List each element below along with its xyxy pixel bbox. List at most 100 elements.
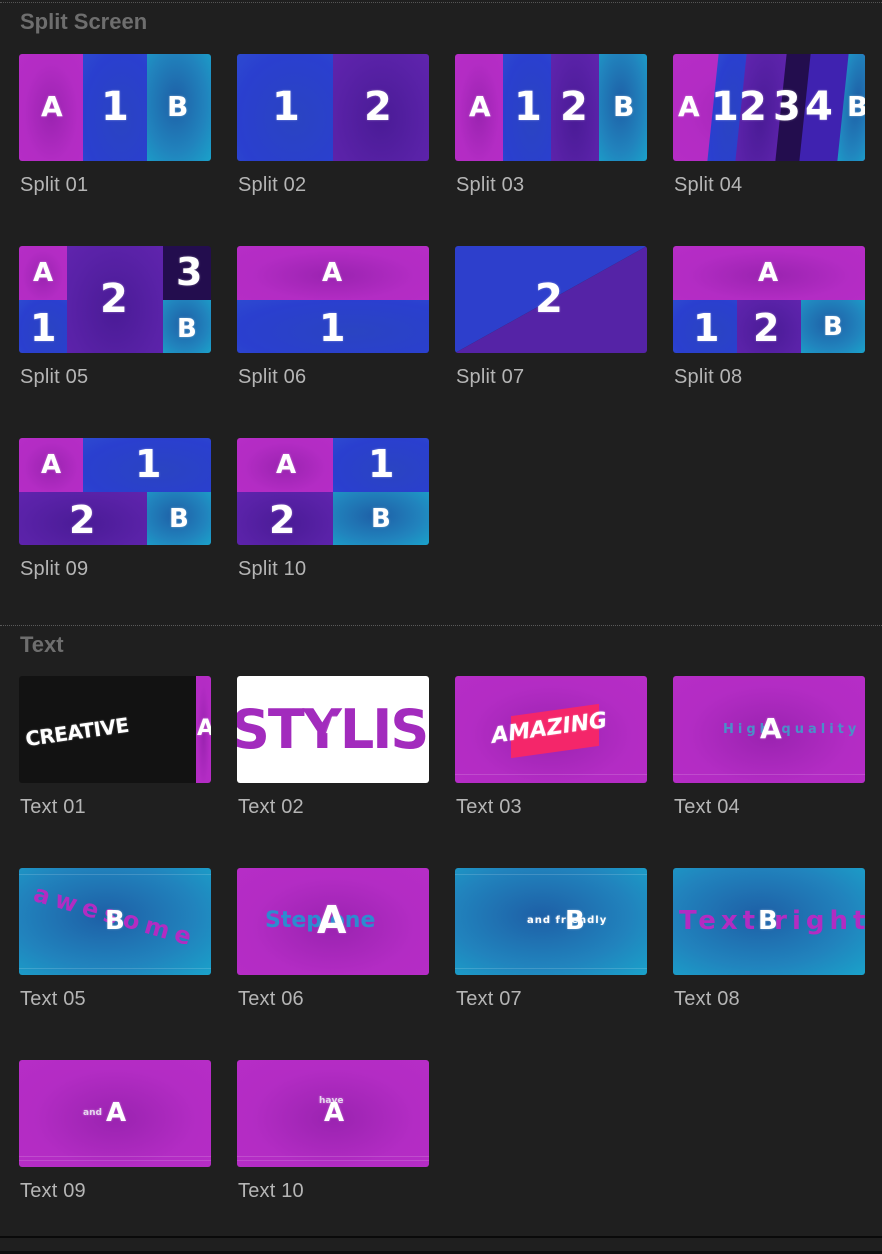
glyph: A: [317, 898, 347, 942]
glyph: 1: [711, 84, 739, 130]
glyph: 1: [514, 84, 542, 130]
template-thumbnail[interactable]: A 2 3 1 B: [19, 246, 211, 353]
glyph: 4: [805, 84, 833, 130]
glyph: A: [41, 90, 63, 123]
template-label: Text 01: [20, 796, 86, 818]
glyph: A: [41, 450, 62, 480]
template-thumbnail[interactable]: A 1: [237, 246, 429, 353]
template-thumbnail[interactable]: and friendly B: [455, 868, 647, 975]
template-label: Split 05: [20, 366, 89, 388]
template-thumbnail[interactable]: and A: [19, 1060, 211, 1167]
preview-text: and: [83, 1108, 102, 1118]
template-label: Text 10: [238, 1180, 304, 1202]
glyph: B: [613, 90, 635, 123]
glyph: B: [823, 312, 843, 342]
template-thumbnail[interactable]: High quality A: [673, 676, 865, 783]
template-item[interactable]: A 2 3 1 B Split 05: [19, 246, 211, 388]
template-item[interactable]: 1 2 Split 02: [237, 54, 429, 196]
template-item[interactable]: awesome B Text 05: [19, 868, 211, 1010]
glyph: A: [322, 258, 343, 288]
template-item[interactable]: A 1 2 B Split 09: [19, 438, 211, 580]
glyph: A: [276, 450, 297, 480]
template-item[interactable]: have A Text 10: [237, 1060, 429, 1202]
glyph: B: [758, 906, 778, 936]
template-item[interactable]: 2 Split 07: [455, 246, 647, 388]
glyph: 2: [739, 84, 767, 130]
glyph: 1: [272, 84, 300, 130]
template-item[interactable]: A 1 2 3 4 B Split 04: [673, 54, 865, 196]
glyph: B: [565, 906, 585, 936]
glyph: 1: [368, 442, 395, 486]
template-item[interactable]: A 1 2 B Split 08: [673, 246, 865, 388]
template-thumbnail[interactable]: A 1 2 B: [19, 438, 211, 545]
glyph: A: [758, 258, 779, 288]
template-thumbnail[interactable]: A 1 2 B: [455, 54, 647, 161]
template-item[interactable]: A 1 2 B Split 10: [237, 438, 429, 580]
section-divider: [0, 625, 882, 626]
bottom-divider: [0, 1236, 882, 1238]
section-title: Split Screen: [20, 9, 148, 34]
glyph: 2: [560, 84, 588, 130]
template-item[interactable]: A 1 2 B Split 03: [455, 54, 647, 196]
template-thumbnail[interactable]: AMAZING: [455, 676, 647, 783]
template-item[interactable]: CREATIVE A Text 01: [19, 676, 211, 818]
template-label: Text 04: [674, 796, 740, 818]
glyph: A: [324, 1098, 345, 1128]
glyph: A: [469, 90, 491, 123]
glyph: 2: [535, 276, 563, 322]
preview-text: High quality: [723, 722, 861, 737]
glyph: 2: [100, 276, 128, 322]
template-label: Split 08: [674, 366, 743, 388]
template-thumbnail[interactable]: A 1 2 B: [237, 438, 429, 545]
template-item[interactable]: Step one A Text 06: [237, 868, 429, 1010]
glyph: B: [169, 504, 189, 534]
preview-text: CREATIVE: [23, 712, 131, 752]
template-label: Split 07: [456, 366, 525, 388]
template-thumbnail[interactable]: 1 2: [237, 54, 429, 161]
template-thumbnail[interactable]: A 1 2 B: [673, 246, 865, 353]
glyph: B: [371, 504, 391, 534]
template-label: Text 07: [456, 988, 522, 1010]
glyph: 1: [101, 84, 129, 130]
template-item[interactable]: High quality A Text 04: [673, 676, 865, 818]
template-label: Text 08: [674, 988, 740, 1010]
glyph: A: [678, 90, 700, 123]
glyph: B: [847, 90, 865, 123]
template-thumbnail[interactable]: A 1 B: [19, 54, 211, 161]
template-item[interactable]: and A Text 09: [19, 1060, 211, 1202]
glyph: 3: [176, 250, 203, 294]
template-thumbnail[interactable]: 2: [455, 246, 647, 353]
template-label: Split 09: [20, 558, 89, 580]
template-thumbnail[interactable]: awesome B: [19, 868, 211, 975]
glyph: B: [167, 90, 189, 123]
template-thumbnail[interactable]: Text right B: [673, 868, 865, 975]
glyph: B: [105, 906, 125, 936]
template-thumbnail[interactable]: A 1 2 3 4 B: [673, 54, 865, 161]
glyph: 2: [269, 498, 296, 542]
glyph: A: [106, 1098, 127, 1128]
template-label: Split 01: [20, 174, 89, 196]
template-label: Split 06: [238, 366, 307, 388]
template-thumbnail[interactable]: Step one A: [237, 868, 429, 975]
template-label: Split 04: [674, 174, 743, 196]
template-thumbnail[interactable]: STYLISH A: [237, 676, 429, 783]
template-thumbnail[interactable]: have A: [237, 1060, 429, 1167]
template-label: Text 09: [20, 1180, 86, 1202]
template-label: Text 02: [238, 796, 304, 818]
template-label: Split 10: [238, 558, 307, 580]
template-item[interactable]: A 1 B Split 01: [19, 54, 211, 196]
template-label: Split 02: [238, 174, 307, 196]
template-item[interactable]: STYLISH A Text 02: [237, 676, 429, 818]
section-title: Text: [20, 632, 64, 657]
glyph: A: [197, 716, 211, 741]
template-item[interactable]: AMAZING Text 03: [455, 676, 647, 818]
glyph: A: [33, 258, 54, 288]
template-thumbnail[interactable]: CREATIVE A: [19, 676, 211, 783]
template-item[interactable]: A 1 Split 06: [237, 246, 429, 388]
template-item[interactable]: and friendly B Text 07: [455, 868, 647, 1010]
glyph: B: [177, 314, 197, 344]
glyph: 1: [319, 306, 346, 350]
template-item[interactable]: Text right B Text 08: [673, 868, 865, 1010]
template-label: Split 03: [456, 174, 525, 196]
template-label: Text 05: [20, 988, 86, 1010]
